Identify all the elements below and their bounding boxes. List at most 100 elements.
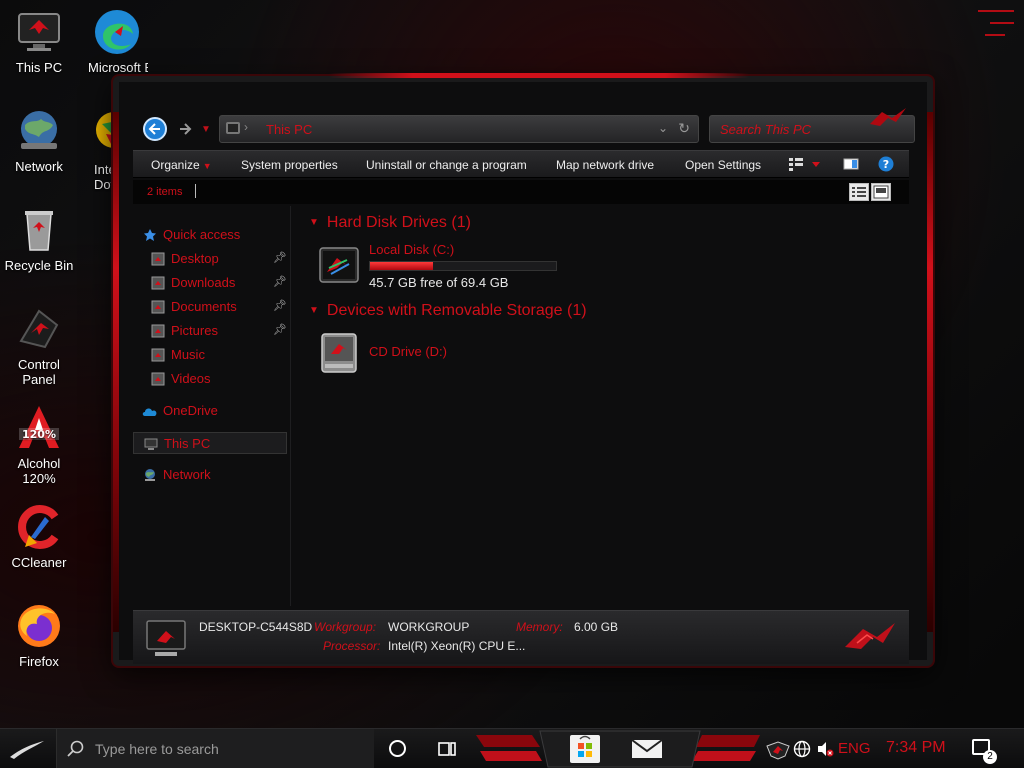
monitor-icon xyxy=(15,8,63,56)
nav-item-desktop[interactable]: Desktop 📌︎ xyxy=(133,248,287,270)
drive-name: CD Drive (D:) xyxy=(369,344,447,359)
pin-icon[interactable]: 📌︎ xyxy=(273,275,287,288)
hard-drive-icon xyxy=(319,247,359,283)
pin-icon[interactable]: 📌︎ xyxy=(273,323,287,336)
change-view-button[interactable] xyxy=(788,156,822,175)
large-icons-view-icon xyxy=(873,185,889,199)
nav-item-videos[interactable]: Videos xyxy=(133,368,287,390)
volume-muted-icon[interactable] xyxy=(816,740,834,758)
pin-icon[interactable]: 📌︎ xyxy=(273,299,287,312)
pictures-folder-icon xyxy=(151,324,165,338)
start-button[interactable] xyxy=(0,729,54,768)
workgroup-value: WORKGROUP xyxy=(388,620,470,634)
cortana-icon[interactable] xyxy=(389,740,406,757)
arrow-left-icon xyxy=(148,123,160,135)
uninstall-program-button[interactable]: Uninstall or change a program xyxy=(366,158,527,172)
clock[interactable]: 7:34 PM xyxy=(886,739,946,757)
map-network-drive-button[interactable]: Map network drive xyxy=(556,158,654,172)
large-icons-view-button[interactable] xyxy=(871,183,891,201)
group-title: Hard Disk Drives (1) xyxy=(326,214,471,231)
desktop-icon-firefox[interactable]: Firefox xyxy=(0,602,78,669)
desktop-icon-label: Control Panel xyxy=(18,357,60,387)
window-frame-glow xyxy=(113,112,119,632)
star-icon xyxy=(143,228,157,242)
nav-item-network[interactable]: Network xyxy=(133,464,287,486)
network-globe-icon[interactable] xyxy=(793,740,811,758)
search-box[interactable]: Search This PC xyxy=(709,108,915,143)
nav-item-label: Network xyxy=(163,467,211,482)
group-header-removable-storage[interactable]: ▼ Devices with Removable Storage (1) xyxy=(309,302,587,320)
view-options-icon xyxy=(789,158,820,171)
content-pane: ▼ Hard Disk Drives (1) Local Disk (C:) 45… xyxy=(299,206,909,606)
desktop-icon-label: CCleaner xyxy=(11,555,67,570)
nav-item-label: Quick access xyxy=(163,227,241,242)
system-properties-button[interactable]: System properties xyxy=(241,158,338,172)
svg-text:120%: 120% xyxy=(22,428,56,441)
desktop-icon-label: Recycle Bin xyxy=(4,258,74,273)
taskbar-search[interactable]: Type here to search xyxy=(56,729,374,768)
desktop-icon-alcohol[interactable]: 120% Alcohol 120% xyxy=(0,404,78,486)
nav-item-pictures[interactable]: Pictures 📌︎ xyxy=(133,320,287,342)
help-icon: ? xyxy=(878,156,894,172)
status-bar: 2 items xyxy=(133,180,909,204)
address-path[interactable]: This PC xyxy=(266,122,312,137)
nav-item-documents[interactable]: Documents 📌︎ xyxy=(133,296,287,318)
chevron-down-icon: ▼ xyxy=(202,161,212,171)
drive-usage-fill xyxy=(370,262,434,270)
organize-label: Organize xyxy=(151,158,200,172)
chevron-down-icon[interactable]: ⌄ xyxy=(658,121,668,135)
desktop-icon-label: This PC xyxy=(15,60,63,75)
drive-cd-d[interactable]: CD Drive (D:) xyxy=(317,330,517,378)
details-view-button[interactable] xyxy=(849,183,869,201)
cd-drive-icon xyxy=(321,333,357,373)
globe-icon xyxy=(15,107,63,155)
nav-item-this-pc[interactable]: This PC xyxy=(133,432,287,454)
workgroup-label: Workgroup: xyxy=(314,620,377,634)
desktop-icon-edge[interactable]: Microsoft Ed xyxy=(78,8,156,75)
help-button[interactable]: ? xyxy=(878,156,894,175)
back-button[interactable] xyxy=(143,117,167,141)
documents-folder-icon xyxy=(151,300,165,314)
input-language-indicator[interactable]: ENG xyxy=(838,740,871,757)
desktop-icon-control-panel[interactable]: Control Panel xyxy=(0,305,78,387)
recent-locations-button[interactable]: ▼ xyxy=(199,117,213,141)
search-icon xyxy=(67,740,84,757)
processor-label: Processor: xyxy=(323,639,381,653)
open-settings-button[interactable]: Open Settings xyxy=(685,158,761,172)
organize-button[interactable]: Organize ▼ xyxy=(151,158,212,172)
nav-item-label: Videos xyxy=(171,371,211,386)
mail-icon[interactable] xyxy=(630,737,664,761)
rog-tray-icon[interactable] xyxy=(765,740,791,760)
recycle-bin-icon xyxy=(15,206,63,254)
refresh-icon[interactable]: ↻ xyxy=(678,120,690,137)
videos-folder-icon xyxy=(151,372,165,386)
desktop-icon-recycle-bin[interactable]: Recycle Bin xyxy=(0,206,78,273)
forward-button[interactable] xyxy=(173,117,197,141)
desktop-icon-internet-download[interactable]: Inte Dow xyxy=(78,110,118,192)
cloud-icon xyxy=(141,404,159,418)
desktop-icon-this-pc[interactable]: This PC xyxy=(0,8,78,75)
preview-pane-button[interactable] xyxy=(843,156,859,175)
search-placeholder[interactable]: Search This PC xyxy=(720,122,811,137)
computer-name: DESKTOP-C544S8D xyxy=(199,620,313,634)
microsoft-store-icon[interactable] xyxy=(570,735,600,763)
group-header-hard-disk-drives[interactable]: ▼ Hard Disk Drives (1) xyxy=(309,214,471,232)
nav-item-quick-access[interactable]: Quick access xyxy=(133,224,287,246)
command-bar: Organize ▼ System properties Uninstall or… xyxy=(133,150,909,178)
nav-item-onedrive[interactable]: OneDrive xyxy=(133,400,287,422)
drive-local-disk-c[interactable]: Local Disk (C:) 45.7 GB free of 69.4 GB xyxy=(317,242,577,292)
desktop-icon-network[interactable]: Network xyxy=(0,107,78,174)
desktop-icon-label: Alcohol 120% xyxy=(17,456,61,486)
file-explorer-window[interactable]: ▼ › This PC ⌄ ↻ Search This PC Organize ▼… xyxy=(113,73,933,666)
control-panel-icon xyxy=(15,305,63,353)
address-bar[interactable]: › This PC ⌄ ↻ xyxy=(219,115,699,143)
nav-item-music[interactable]: Music xyxy=(133,344,287,366)
firefox-icon xyxy=(15,602,63,650)
desktop-icon-ccleaner[interactable]: CCleaner xyxy=(0,503,78,570)
taskbar-search-placeholder[interactable]: Type here to search xyxy=(95,741,219,757)
nav-item-downloads[interactable]: Downloads 📌︎ xyxy=(133,272,287,294)
text-caret xyxy=(195,184,196,198)
drive-name: Local Disk (C:) xyxy=(369,242,455,257)
pin-icon[interactable]: 📌︎ xyxy=(273,251,287,264)
task-view-icon[interactable] xyxy=(437,739,457,759)
